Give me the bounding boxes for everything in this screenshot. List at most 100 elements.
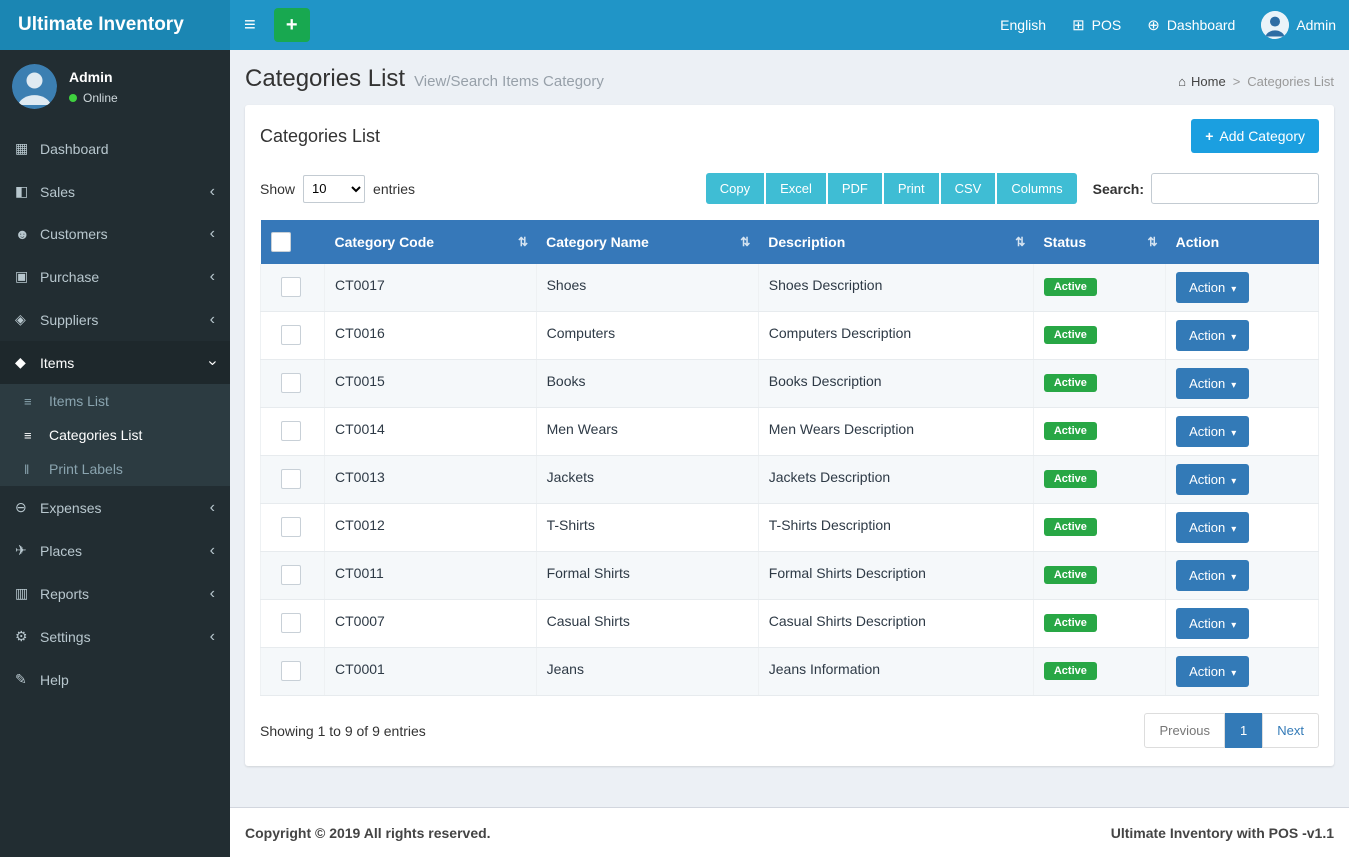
cell-category-name: Books xyxy=(536,359,759,408)
cell-category-code: CT0017 xyxy=(324,264,537,312)
column-header-description[interactable]: Description ⇅ xyxy=(758,220,1034,264)
nav-language-label: English xyxy=(1000,17,1047,33)
quick-add-button[interactable]: + xyxy=(273,8,310,42)
sort-icon: ⇅ xyxy=(518,235,529,249)
pagination-page-1[interactable]: 1 xyxy=(1225,713,1263,748)
export-excel-button[interactable]: Excel xyxy=(766,173,826,204)
customers-icon: ☻ xyxy=(15,226,30,242)
app-title: Ultimate Inventory xyxy=(18,14,184,35)
caret-down-icon: ▾ xyxy=(1231,620,1237,631)
show-label: Show xyxy=(260,180,296,197)
categories-table: Category Code ⇅ Category Name ⇅ Description ⇅… xyxy=(260,220,1319,696)
search-wrap: Search: xyxy=(1093,173,1319,204)
row-checkbox[interactable] xyxy=(281,277,301,297)
row-checkbox[interactable] xyxy=(281,421,301,441)
sidebar-item-label: Reports xyxy=(40,585,90,602)
entries-select[interactable]: 10 xyxy=(303,174,366,203)
help-icon: ✎ xyxy=(15,671,27,687)
export-copy-button[interactable]: Copy xyxy=(705,173,765,204)
row-checkbox[interactable] xyxy=(281,517,301,537)
sidebar-item-purchase[interactable]: ▣ Purchase ‹ xyxy=(0,255,230,298)
export-csv-button[interactable]: CSV xyxy=(940,173,996,204)
nav-dashboard-label: Dashboard xyxy=(1166,17,1236,33)
table-footer: Showing 1 to 9 of 9 entries Previous 1 Nex… xyxy=(245,696,1334,748)
pagination-next-button[interactable]: Next xyxy=(1262,713,1319,748)
dashboard-icon: ▦ xyxy=(15,140,29,156)
settings-icon: ⚙ xyxy=(15,628,28,644)
sidebar-user-status: Online xyxy=(69,91,118,105)
row-checkbox[interactable] xyxy=(281,325,301,345)
sidebar-toggle-button[interactable]: ≡ xyxy=(230,0,270,50)
sidebar-subitem-print-labels[interactable]: ‖ Print Labels xyxy=(0,452,230,486)
export-columns-button[interactable]: Columns xyxy=(997,173,1077,204)
nav-user-menu[interactable]: Admin xyxy=(1248,0,1349,50)
row-checkbox[interactable] xyxy=(281,565,301,585)
column-header-category-code[interactable]: Category Code ⇅ xyxy=(324,220,537,264)
sidebar-item-expenses[interactable]: ⊖ Expenses ‹ xyxy=(0,486,230,529)
sidebar-subitem-items-list[interactable]: ≡ Items List xyxy=(0,384,230,418)
column-header-status[interactable]: Status ⇅ xyxy=(1033,220,1166,264)
sidebar-item-places[interactable]: ✈ Places ‹ xyxy=(0,529,230,572)
nav-pos[interactable]: ⊞ POS xyxy=(1059,0,1134,50)
nav-language[interactable]: English xyxy=(987,0,1059,50)
table-row: CT0012 T-Shirts T-Shirts Description Active… xyxy=(260,503,1319,552)
sidebar-item-label: Help xyxy=(40,671,69,688)
sidebar-item-customers[interactable]: ☻ Customers ‹ xyxy=(0,213,230,255)
list-icon: ≡ xyxy=(24,427,32,443)
status-badge: Active xyxy=(1043,326,1097,344)
plus-icon: + xyxy=(1205,128,1214,144)
status-badge: Active xyxy=(1043,566,1097,584)
sidebar-user-name: Admin xyxy=(69,68,113,85)
search-input[interactable] xyxy=(1151,173,1319,204)
nav-dashboard[interactable]: ⊕ Dashboard xyxy=(1134,0,1248,50)
chevron-left-icon: ‹ xyxy=(209,225,215,242)
sidebar-subitem-categories-list[interactable]: ≡ Categories List xyxy=(0,418,230,452)
caret-down-icon: ▾ xyxy=(1231,572,1237,583)
sidebar-item-items[interactable]: ◆ Items ‹ xyxy=(0,341,230,384)
cell-description: Books Description xyxy=(758,359,1034,408)
table-info: Showing 1 to 9 of 9 entries xyxy=(260,722,426,739)
sidebar-item-dashboard[interactable]: ▦ Dashboard xyxy=(0,127,230,170)
column-header-category-name[interactable]: Category Name ⇅ xyxy=(536,220,759,264)
expenses-icon: ⊖ xyxy=(15,499,27,515)
avatar xyxy=(1261,11,1290,39)
export-pdf-button[interactable]: PDF xyxy=(827,173,882,204)
status-badge: Active xyxy=(1043,470,1097,488)
row-action-button[interactable]: Action ▾ xyxy=(1176,368,1250,399)
row-action-button[interactable]: Action ▾ xyxy=(1176,416,1250,447)
breadcrumb-home[interactable]: ⌂ Home xyxy=(1178,74,1226,89)
export-print-button[interactable]: Print xyxy=(883,173,939,204)
pagination-previous-button[interactable]: Previous xyxy=(1144,713,1226,748)
row-action-button[interactable]: Action ▾ xyxy=(1176,512,1250,543)
sidebar: Admin Online ▦ Dashboard ◧ Sales ‹ ☻ Customers… xyxy=(0,50,230,857)
sort-icon: ⇅ xyxy=(1147,235,1158,249)
cell-category-name: Formal Shirts xyxy=(536,551,759,600)
row-checkbox[interactable] xyxy=(281,661,301,681)
sidebar-item-settings[interactable]: ⚙ Settings ‹ xyxy=(0,615,230,658)
row-checkbox[interactable] xyxy=(281,613,301,633)
sidebar-item-label: Expenses xyxy=(40,499,102,516)
suppliers-icon: ◈ xyxy=(15,311,26,327)
sidebar-item-help[interactable]: ✎ Help xyxy=(0,658,230,701)
app-logo[interactable]: Ultimate Inventory xyxy=(0,0,230,50)
add-category-button[interactable]: + Add Category xyxy=(1191,119,1319,153)
card-title: Categories List xyxy=(260,125,381,146)
sidebar-item-reports[interactable]: ▥ Reports ‹ xyxy=(0,572,230,615)
sidebar-item-sales[interactable]: ◧ Sales ‹ xyxy=(0,170,230,213)
row-action-button[interactable]: Action ▾ xyxy=(1176,464,1250,495)
row-action-button[interactable]: Action ▾ xyxy=(1176,272,1250,303)
row-checkbox[interactable] xyxy=(281,469,301,489)
row-action-button[interactable]: Action ▾ xyxy=(1176,656,1250,687)
row-action-button[interactable]: Action ▾ xyxy=(1176,560,1250,591)
cell-description: Jackets Description xyxy=(758,455,1034,504)
cell-category-name: Jackets xyxy=(536,455,759,504)
sidebar-item-suppliers[interactable]: ◈ Suppliers ‹ xyxy=(0,298,230,341)
row-action-button[interactable]: Action ▾ xyxy=(1176,608,1250,639)
caret-down-icon: ▾ xyxy=(1231,668,1237,679)
row-checkbox[interactable] xyxy=(281,373,301,393)
main-footer: Copyright © 2019 All rights reserved. Ul… xyxy=(230,807,1349,857)
select-all-checkbox[interactable] xyxy=(270,232,291,252)
row-action-button[interactable]: Action ▾ xyxy=(1176,320,1250,351)
status-badge: Active xyxy=(1043,278,1097,296)
sidebar-item-label: Sales xyxy=(40,183,76,200)
